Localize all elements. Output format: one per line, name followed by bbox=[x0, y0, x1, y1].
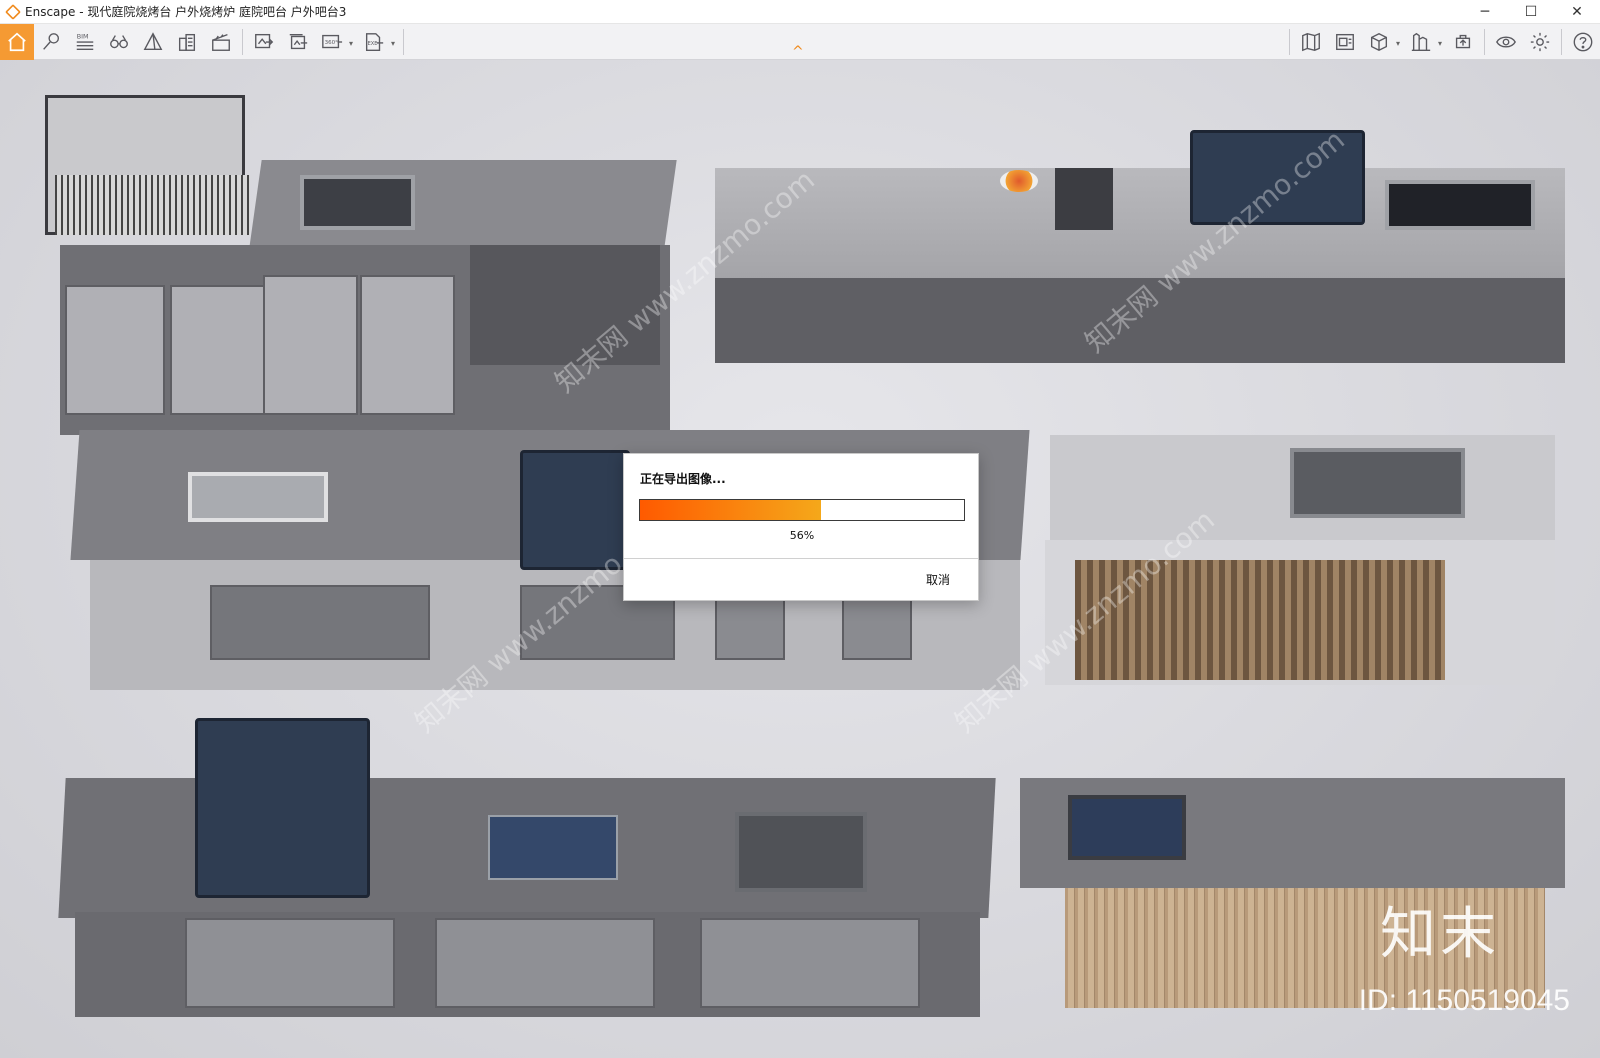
pyramid-button[interactable] bbox=[136, 25, 170, 59]
cutting-board bbox=[1055, 168, 1113, 230]
help-icon bbox=[1573, 32, 1593, 51]
exe-label: EXE bbox=[368, 40, 378, 46]
fruit-bowl bbox=[1000, 170, 1038, 192]
binoculars-icon bbox=[110, 34, 128, 48]
cube-dropdown-icon[interactable]: ▾ bbox=[1396, 39, 1400, 48]
cancel-export-button[interactable]: 取消 bbox=[926, 571, 950, 588]
binoculars-button[interactable] bbox=[102, 25, 136, 59]
settings-gear-icon bbox=[1530, 32, 1550, 51]
toolbar-separator bbox=[1561, 28, 1562, 55]
exe-dropdown-icon[interactable]: ▾ bbox=[391, 39, 395, 48]
clapper-icon bbox=[212, 33, 230, 51]
bim-icon: BIM bbox=[76, 32, 94, 50]
cabinet-door bbox=[185, 918, 395, 1008]
grill-grate bbox=[55, 175, 250, 235]
general-settings-button[interactable] bbox=[1523, 25, 1557, 59]
panorama-icon: 360° bbox=[322, 34, 343, 48]
asset-library-dropdown-icon[interactable]: ▾ bbox=[1438, 39, 1442, 48]
dialog-title: 正在导出图像... bbox=[640, 472, 726, 486]
export-progress-dialog: 正在导出图像... 56% 取消 bbox=[623, 453, 979, 601]
pyramid-icon bbox=[143, 31, 163, 50]
close-button[interactable]: ✕ bbox=[1554, 0, 1600, 23]
sink-basin bbox=[300, 175, 415, 230]
slatted-wood-panel bbox=[1075, 560, 1445, 680]
toolbar-separator bbox=[1484, 28, 1485, 55]
sink-basin bbox=[1290, 448, 1465, 518]
asset-id-watermark: ID: 1150519045 bbox=[1358, 984, 1570, 1017]
dialog-divider bbox=[624, 558, 978, 559]
buildings-button[interactable] bbox=[170, 25, 204, 59]
map-button[interactable] bbox=[1294, 25, 1328, 59]
title-bar: Enscape - 现代庭院烧烤台 户外烧烤炉 庭院吧台 户外吧台3 ─ ☐ ✕ bbox=[0, 0, 1600, 24]
cube-icon bbox=[1370, 32, 1388, 51]
sink-basin bbox=[188, 472, 328, 522]
export-image-button[interactable] bbox=[247, 25, 281, 59]
visual-settings-button[interactable] bbox=[1489, 25, 1523, 59]
brand-watermark: 知末 bbox=[1380, 902, 1500, 967]
eye-icon bbox=[1496, 36, 1516, 47]
toolbar-separator bbox=[1289, 28, 1290, 55]
cabinet-door bbox=[360, 275, 455, 415]
export-image-icon bbox=[255, 33, 274, 48]
app-name: Enscape bbox=[25, 4, 76, 19]
panorama-label: 360° bbox=[325, 39, 338, 45]
cabinet-door bbox=[65, 285, 165, 415]
counter-front-right bbox=[715, 278, 1565, 363]
panorama-button[interactable]: 360° ▾ bbox=[315, 25, 353, 59]
window-controls: ─ ☐ ✕ bbox=[1462, 0, 1600, 23]
enscape-logo-icon bbox=[5, 3, 21, 20]
map-icon bbox=[1302, 32, 1320, 51]
maximize-button[interactable]: ☐ bbox=[1508, 0, 1554, 23]
upload-button[interactable] bbox=[1446, 25, 1480, 59]
upload-icon bbox=[1455, 34, 1471, 48]
help-button[interactable] bbox=[1566, 25, 1600, 59]
pin-button[interactable] bbox=[34, 25, 68, 59]
batch-export-icon bbox=[289, 33, 308, 49]
cabinet-door bbox=[700, 918, 920, 1008]
bim-label: BIM bbox=[77, 32, 89, 40]
progress-fill bbox=[640, 500, 822, 520]
minimize-button[interactable]: ─ bbox=[1462, 0, 1508, 23]
cabinet-door bbox=[210, 585, 430, 660]
cabinet-door bbox=[263, 275, 358, 415]
asset-library-button[interactable]: ▾ bbox=[1404, 25, 1442, 59]
title-separator: - bbox=[75, 4, 88, 19]
cabinet-door bbox=[170, 285, 265, 415]
home-icon bbox=[8, 32, 26, 51]
cabinet-door bbox=[435, 918, 655, 1008]
gas-cooktop bbox=[488, 815, 618, 880]
sink-basin bbox=[1385, 180, 1535, 230]
bbq-grill-closed bbox=[520, 450, 630, 570]
exe-export-button[interactable]: EXE ▾ bbox=[357, 25, 395, 59]
progress-percent: 56% bbox=[789, 529, 815, 542]
sink-basin bbox=[735, 812, 867, 892]
pin-icon bbox=[43, 32, 60, 50]
buildings-icon bbox=[178, 33, 196, 51]
right-toolbar-group: ▾ ▾ bbox=[1285, 25, 1600, 59]
exe-export-icon: EXE bbox=[365, 32, 384, 51]
document-title: 现代庭院烧烤台 户外烧烤炉 庭院吧台 户外吧台3 bbox=[87, 5, 347, 19]
sink-basin bbox=[1068, 795, 1186, 860]
bim-button[interactable]: BIM bbox=[68, 25, 102, 59]
open-shelf bbox=[470, 245, 660, 365]
material-editor-button[interactable] bbox=[1328, 25, 1362, 59]
bbq-grill-closed bbox=[1190, 130, 1365, 225]
panorama-dropdown-icon[interactable]: ▾ bbox=[349, 39, 353, 48]
toolbar-separator bbox=[242, 28, 243, 55]
material-editor-icon bbox=[1336, 33, 1354, 50]
collapse-toolbar-chevron-icon[interactable]: ^ bbox=[792, 44, 804, 60]
asset-library-icon bbox=[1411, 32, 1431, 51]
export-progress-bar bbox=[639, 499, 965, 521]
batch-export-button[interactable] bbox=[281, 25, 315, 59]
video-editor-button[interactable] bbox=[204, 25, 238, 59]
home-button[interactable] bbox=[0, 23, 34, 60]
toolbar-separator bbox=[403, 28, 404, 55]
bbq-grill-closed bbox=[195, 718, 370, 898]
cube-button[interactable]: ▾ bbox=[1362, 25, 1400, 59]
